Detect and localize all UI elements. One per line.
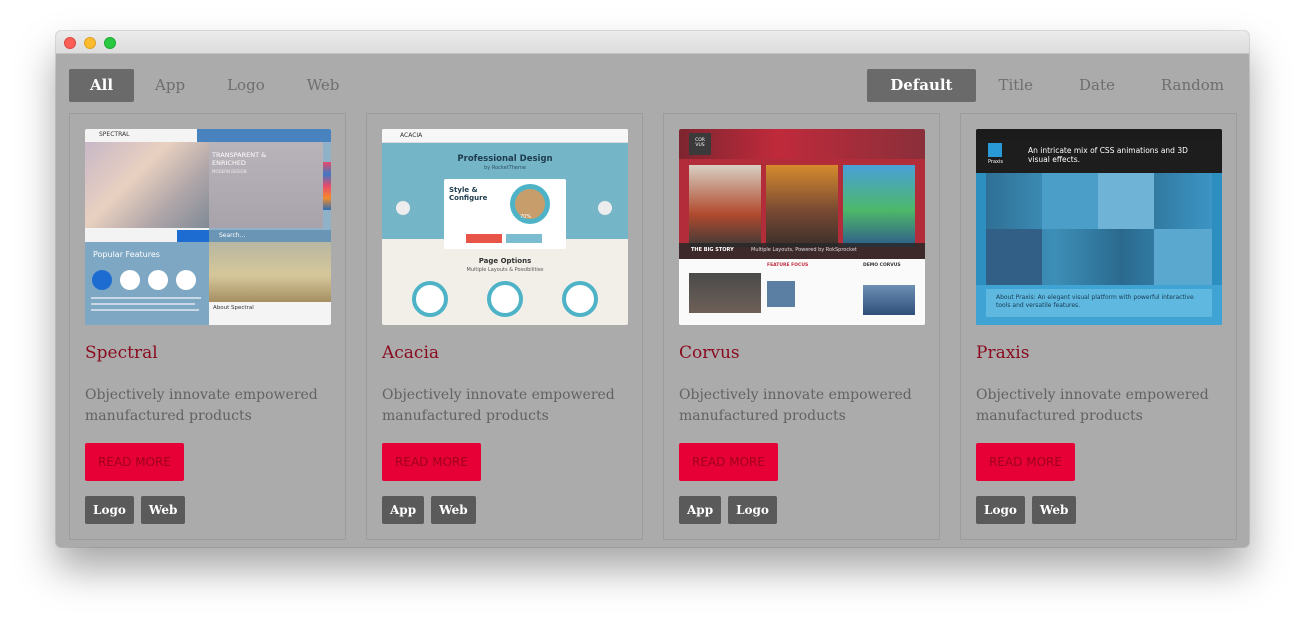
filter-web-button[interactable]: Web (286, 69, 361, 102)
card-title[interactable]: Acacia (382, 343, 439, 363)
thumb-logo-text: COR VUS (695, 138, 705, 148)
thumb-about: About Spectral (213, 305, 254, 311)
tag-web[interactable]: Web (140, 496, 186, 524)
theme-thumbnail[interactable]: ACACIA Professional Design by RocketThem… (382, 129, 628, 325)
filter-bar: All App Logo Web (69, 69, 360, 102)
thumb-headline: An intricate mix of CSS animations and 3… (1028, 146, 1188, 164)
thumb-search: Search... (219, 232, 246, 239)
thumb-logo-text: SPECTRAL (99, 131, 130, 138)
read-more-button[interactable]: READ MORE (382, 443, 481, 481)
card-tags: Logo Web (85, 496, 186, 524)
read-more-button[interactable]: READ MORE (976, 443, 1075, 481)
minimize-window-button[interactable] (84, 37, 96, 49)
thumb-caption: Multiple Layouts, Powered by RokSprocket (751, 247, 857, 253)
card-tags: Logo Web (976, 496, 1077, 524)
thumb-box-title: Style & Configure (449, 186, 488, 202)
card-tags: App Web (382, 496, 476, 524)
sort-title-button[interactable]: Title (976, 69, 1057, 102)
tag-logo[interactable]: Logo (976, 496, 1025, 524)
thumb-options: Page Options (478, 257, 532, 265)
thumb-options-sub: Multiple Layouts & Possibilities (466, 267, 544, 273)
sort-date-button[interactable]: Date (1056, 69, 1138, 102)
card-description: Objectively innovate empowered manufactu… (976, 387, 1209, 424)
theme-card-acacia: ACACIA Professional Design by RocketThem… (366, 113, 643, 540)
thumb-about: About Praxis: An elegant visual platform… (996, 294, 1194, 309)
card-title[interactable]: Spectral (85, 343, 158, 363)
read-more-button[interactable]: READ MORE (679, 443, 778, 481)
tag-logo[interactable]: Logo (85, 496, 134, 524)
filter-app-button[interactable]: App (134, 69, 206, 102)
thumb-headline: Professional Design (457, 154, 553, 164)
thumb-subline: by RocketTheme (484, 165, 526, 171)
tag-app[interactable]: App (679, 496, 722, 524)
sort-random-button[interactable]: Random (1138, 69, 1247, 102)
thumb-features: Popular Features (93, 250, 160, 259)
tag-web[interactable]: Web (1031, 496, 1077, 524)
card-description: Objectively innovate empowered manufactu… (679, 387, 912, 424)
maximize-window-button[interactable] (104, 37, 116, 49)
read-more-button[interactable]: READ MORE (85, 443, 184, 481)
sort-bar: Default Title Date Random (867, 69, 1247, 102)
theme-thumbnail[interactable]: Praxis An intricate mix of CSS animation… (976, 129, 1222, 325)
card-title[interactable]: Corvus (679, 343, 740, 363)
tag-web[interactable]: Web (431, 496, 476, 524)
tag-logo[interactable]: Logo (728, 496, 777, 524)
thumb-big-story: THE BIG STORY (691, 247, 734, 253)
theme-card-spectral: SPECTRAL TRANSPARENT & ENRICHED MODERN D… (69, 113, 346, 540)
card-title[interactable]: Praxis (976, 343, 1029, 363)
thumb-percent: 70% (520, 214, 532, 220)
theme-thumbnail[interactable]: SPECTRAL TRANSPARENT & ENRICHED MODERN D… (85, 129, 331, 325)
card-description: Objectively innovate empowered manufactu… (382, 387, 615, 424)
filter-all-button[interactable]: All (69, 69, 135, 102)
thumb-logo-text: ACACIA (400, 132, 423, 139)
filter-logo-button[interactable]: Logo (206, 69, 286, 102)
theme-thumbnail[interactable]: COR VUS THE BIG STORY Multiple Layouts, … (679, 129, 925, 325)
thumb-demo: DEMO CORVUS (863, 263, 901, 268)
card-tags: App Logo (679, 496, 777, 524)
theme-card-corvus: COR VUS THE BIG STORY Multiple Layouts, … (663, 113, 940, 540)
thumb-subline: MODERN DESIGN (212, 169, 247, 174)
tag-app[interactable]: App (382, 496, 425, 524)
thumb-logo-text: Praxis (988, 159, 1003, 165)
theme-card-praxis: Praxis An intricate mix of CSS animation… (960, 113, 1237, 540)
title-bar (56, 31, 1249, 54)
close-window-button[interactable] (64, 37, 76, 49)
thumb-headline: TRANSPARENT & ENRICHED (212, 151, 267, 167)
app-window: All App Logo Web Default Title Date Rand… (56, 31, 1249, 547)
card-description: Objectively innovate empowered manufactu… (85, 387, 318, 424)
sort-default-button[interactable]: Default (867, 69, 976, 102)
thumb-feature-focus: FEATURE FOCUS (767, 263, 809, 268)
